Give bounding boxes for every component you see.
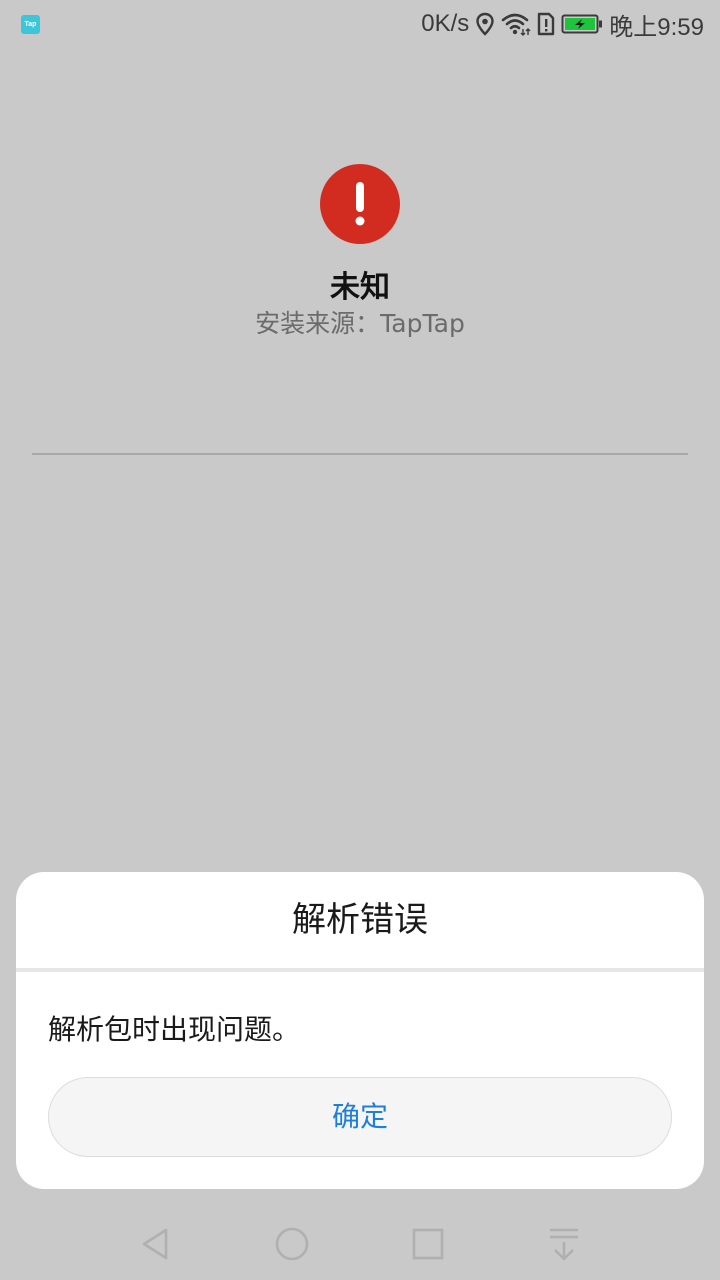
home-icon[interactable] <box>274 1226 310 1262</box>
navigation-bar <box>0 1208 720 1280</box>
confirm-button[interactable]: 确定 <box>48 1077 672 1157</box>
notification-pull-down-icon[interactable] <box>546 1226 582 1262</box>
dialog-message: 解析包时出现问题。 <box>48 1013 301 1046</box>
wifi-icon <box>501 12 531 36</box>
back-icon[interactable] <box>138 1226 174 1262</box>
taptap-notification-icon: Tap <box>21 15 40 34</box>
divider <box>32 453 688 455</box>
recents-icon[interactable] <box>410 1226 446 1262</box>
clock: 晚上9:59 <box>609 13 704 41</box>
error-exclamation-icon <box>320 164 400 244</box>
battery-charging-icon <box>561 12 603 36</box>
network-speed: 0K/s <box>421 10 470 37</box>
status-bar: Tap 0K/s 晚上9:59 <box>0 0 720 48</box>
dialog-title: 解析错误 <box>292 900 428 940</box>
install-source: 安装来源：TapTap <box>255 309 465 338</box>
app-name: 未知 <box>330 270 390 305</box>
status-indicators: 0K/s 晚上9:59 <box>421 0 704 48</box>
dialog-divider <box>16 968 704 972</box>
sim-alert-icon <box>537 12 555 36</box>
location-icon <box>475 12 495 36</box>
parse-error-dialog: 解析错误 解析包时出现问题。 确定 <box>16 872 704 1189</box>
